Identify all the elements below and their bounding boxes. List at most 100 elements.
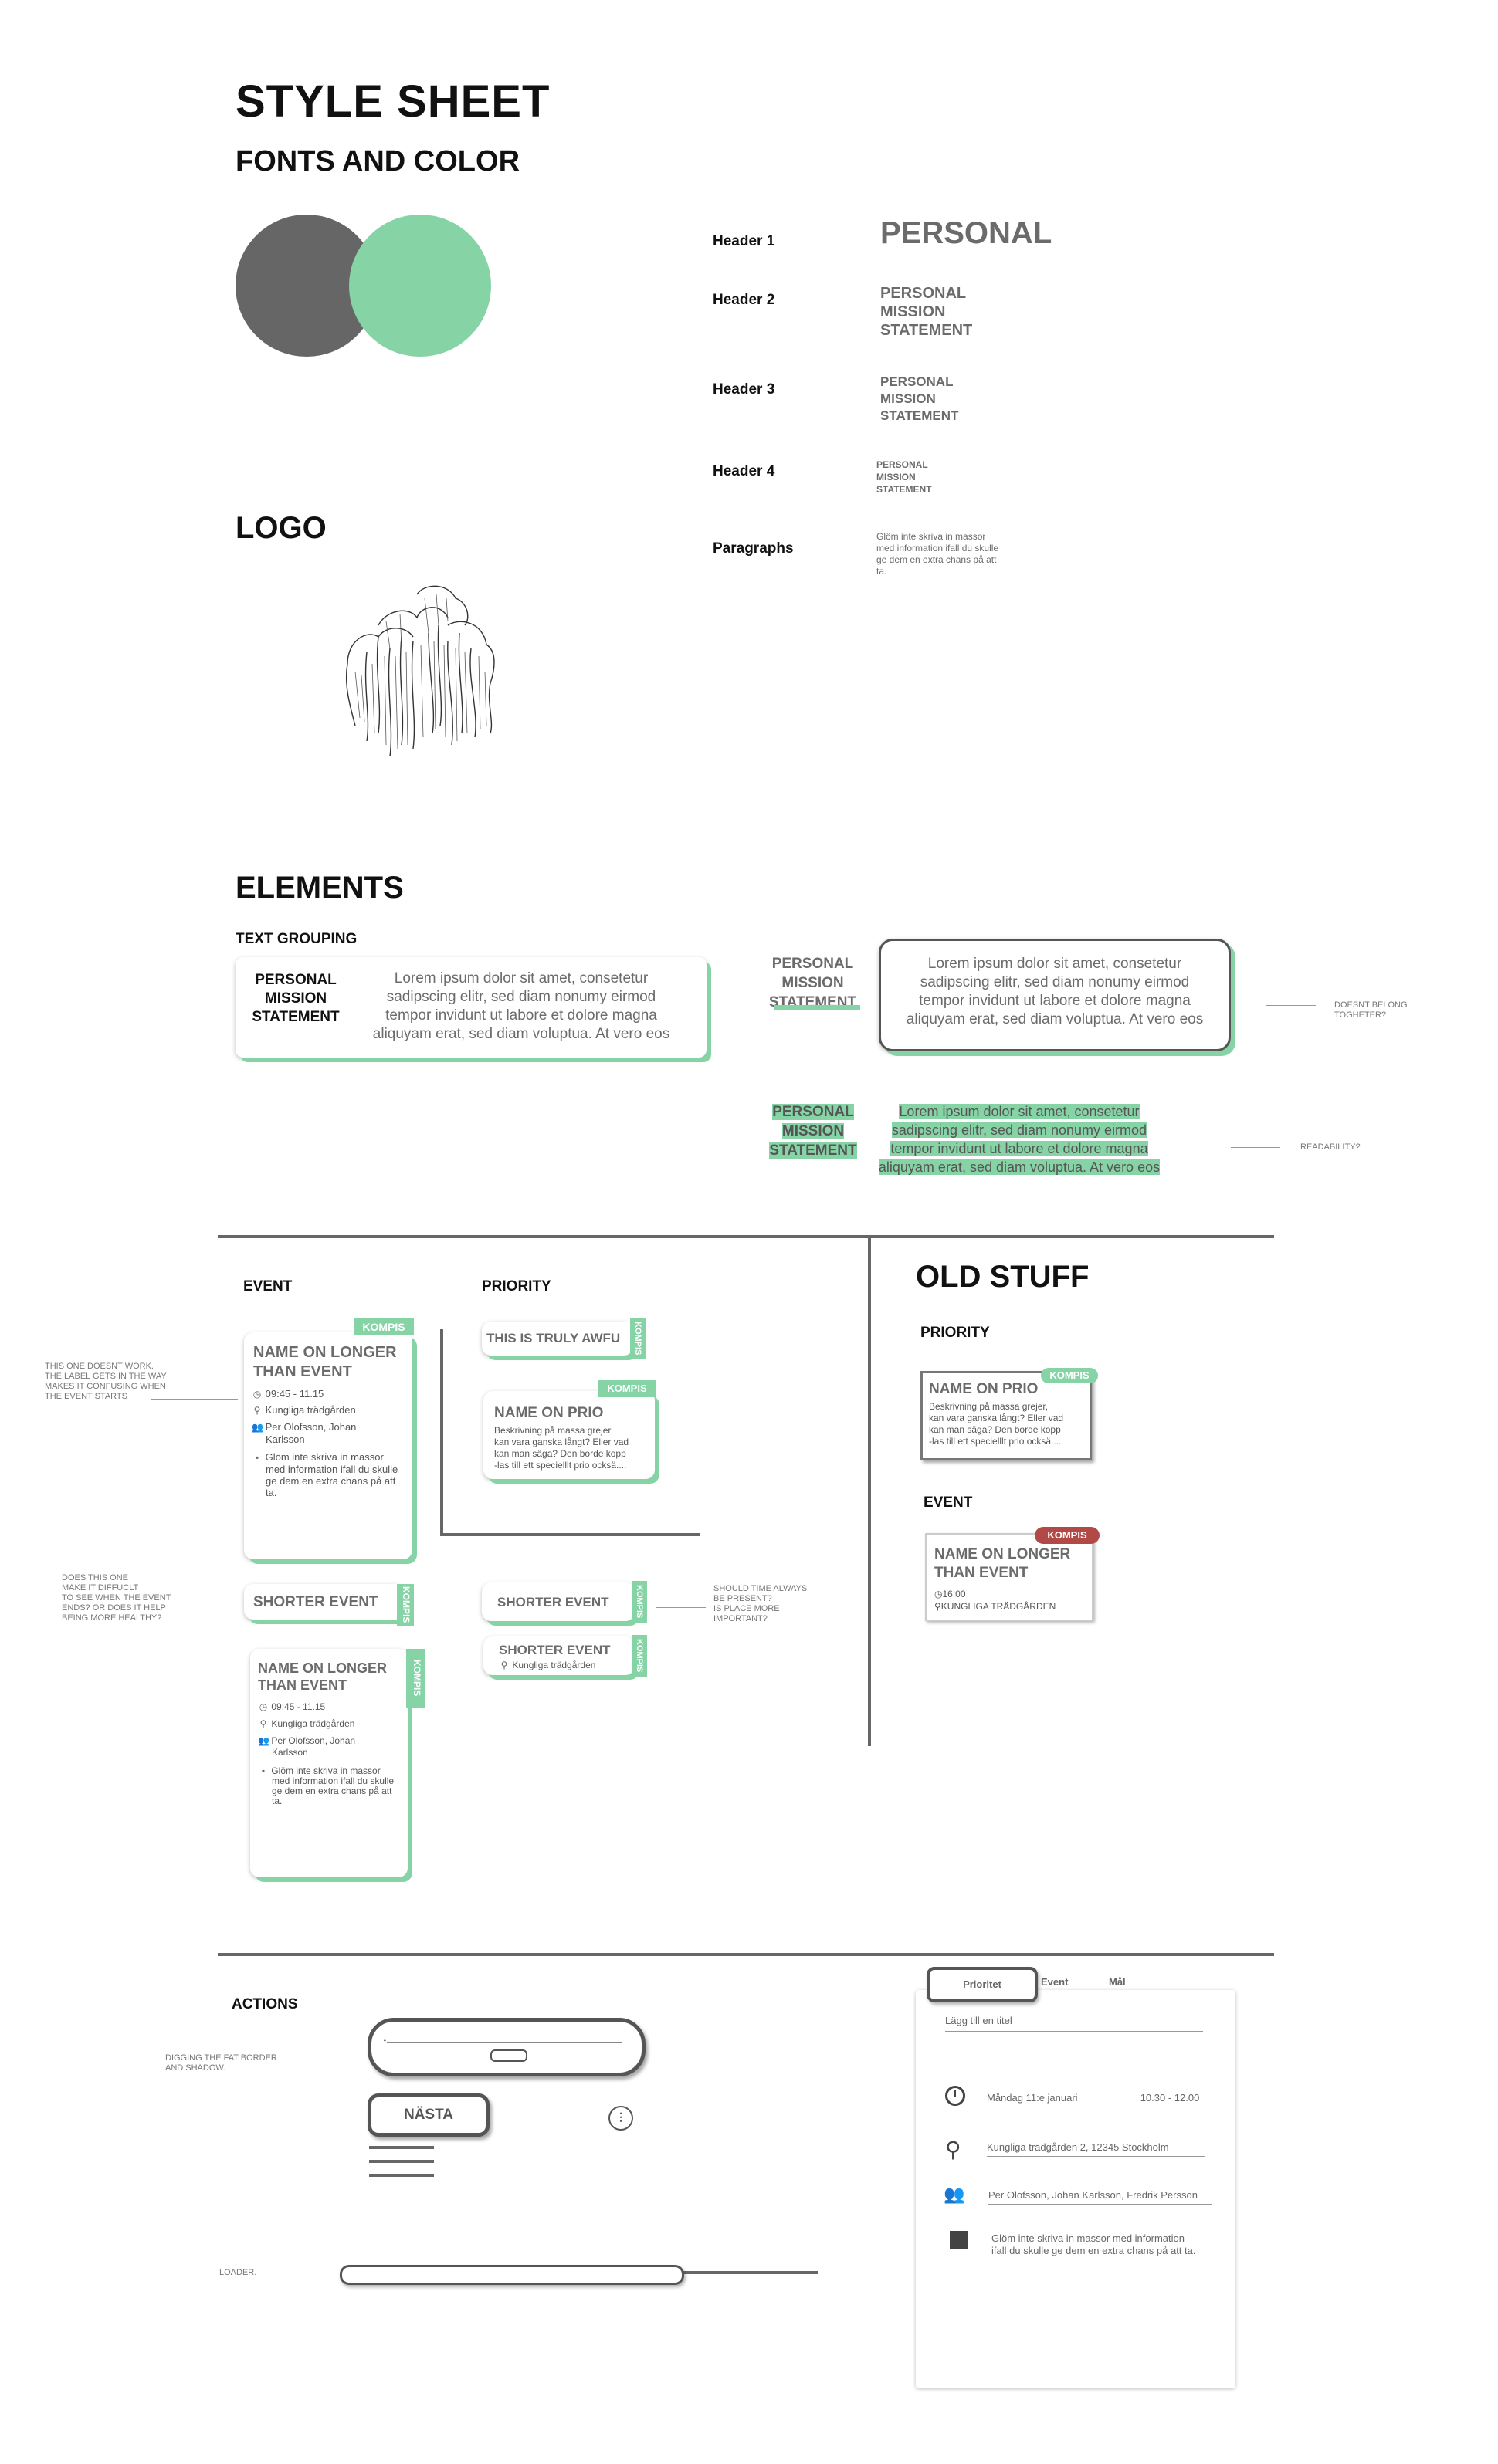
tab-prioritet[interactable]: Prioritet	[927, 1967, 1038, 2002]
hamburger-menu-icon[interactable]	[369, 2146, 434, 2177]
heading-underline	[774, 1005, 860, 1010]
old-priority-heading: PRIORITY	[920, 1325, 990, 1341]
event-place: ⚲ Kungliga trädgården	[252, 1404, 356, 1416]
notes-input[interactable]: Glöm inte skriva in massor med informati…	[991, 2232, 1215, 2257]
h2-label: Header 2	[713, 292, 775, 308]
event-time: ◷16:00	[934, 1589, 966, 1599]
text-input-field[interactable]: •	[368, 2018, 646, 2076]
section-divider	[218, 1235, 1274, 1238]
cursor-dot: •	[384, 2037, 386, 2044]
h3-sample: PERSONAL MISSION STATEMENT	[880, 374, 959, 423]
priority-title: NAME ON PRIO	[929, 1381, 1039, 1397]
card-paragraph: Lorem ipsum dolor sit amet, consetetur sa…	[372, 970, 670, 1042]
note-connector	[656, 1607, 706, 1608]
event-card-short[interactable]: SHORTER EVENT	[244, 1584, 405, 1620]
priority-place: ⚲ Kungliga trädgården	[499, 1660, 596, 1671]
event-title: NAME ON LONGER THAN EVENT	[258, 1660, 388, 1693]
event-title: SHORTER EVENT	[253, 1594, 378, 1610]
priority-description: Beskrivning på massa grejer, kan vara gan…	[494, 1425, 629, 1471]
h2-sample: PERSONAL MISSION STATEMENT	[880, 285, 973, 339]
paragraph-card: Lorem ipsum dolor sit amet, consetetur sa…	[879, 939, 1231, 1051]
highlight-heading: PERSONAL MISSION STATEMENT	[769, 1104, 857, 1159]
note-shorter: DOES THIS ONE MAKE IT DIFFUCLT TO SEE WHEN…	[62, 1573, 171, 1623]
old-event-card[interactable]: NAME ON LONGER THAN EVENT ◷16:00 ⚲KUNGLIG…	[925, 1533, 1093, 1621]
people-icon: 👥	[944, 2185, 965, 2204]
kompis-tag: KOMPIS	[632, 1635, 647, 1677]
event-card-long-2[interactable]: NAME ON LONGER THAN EVENT ◷ 09:45 - 11.15…	[250, 1649, 408, 1877]
note-connector	[1266, 1005, 1316, 1006]
location-pin-icon: ⚲	[500, 1660, 508, 1670]
paragraph-label: Paragraphs	[713, 540, 794, 557]
tab-event[interactable]: Event	[1041, 1976, 1068, 1988]
page-title: STYLE SHEET	[236, 76, 551, 127]
note-icon: ▪	[261, 1765, 266, 1776]
people-input[interactable]: Per Olofsson, Johan Karlsson, Fredrik Pe…	[988, 2189, 1212, 2205]
text-grouping-heading: TEXT GROUPING	[236, 931, 358, 947]
priority-card-shorter-place[interactable]: SHORTER EVENT ⚲ Kungliga trädgården	[483, 1636, 635, 1675]
event-heading: EVENT	[243, 1278, 293, 1295]
clock-icon: ◷	[252, 1389, 262, 1400]
kompis-tag: KOMPIS	[406, 1649, 425, 1708]
event-card-long[interactable]: NAME ON LONGER THAN EVENT ◷ 09:45 - 11.15…	[244, 1332, 412, 1559]
priority-card-shorter[interactable]: SHORTER EVENT	[482, 1582, 635, 1621]
input-underline	[387, 2042, 622, 2043]
loader-track	[680, 2271, 818, 2274]
location-pin-icon: ⚲	[259, 1718, 267, 1729]
date-input[interactable]: Måndag 11:e januari	[987, 2092, 1126, 2107]
location-pin-icon: ⚲	[945, 2137, 961, 2161]
event-notes: ▪ Glöm inte skriva in massor med informa…	[258, 1766, 405, 1806]
more-options-icon[interactable]: ⋮	[608, 2106, 633, 2131]
text-group-card: PERSONAL MISSION STATEMENT Lorem ipsum dol…	[236, 957, 707, 1058]
clock-icon: ◷	[934, 1589, 943, 1599]
tab-mal[interactable]: Mål	[1109, 1976, 1126, 1988]
kompis-tag-red: KOMPIS	[1035, 1527, 1100, 1544]
note-belong: DOESNT BELONG TOGHETER?	[1334, 1000, 1408, 1020]
people-icon: 👥	[252, 1422, 263, 1433]
loader-bar	[340, 2265, 684, 2285]
event-place: ⚲KUNGLIGA TRÄDGÅRDEN	[934, 1601, 1056, 1612]
event-people: 👥 Per Olofsson, Johan Karlsson	[252, 1421, 357, 1445]
bracket-line	[440, 1329, 443, 1536]
card-heading: PERSONAL MISSION STATEMENT	[252, 972, 340, 1025]
color-swatch-green	[349, 215, 491, 357]
highlight-paragraph: Lorem ipsum dolor sit amet, consetetur s…	[878, 1104, 1161, 1175]
next-button[interactable]: NÄSTA	[368, 2093, 490, 2137]
card-paragraph-2: Lorem ipsum dolor sit amet, consetetur sa…	[906, 956, 1204, 1027]
kompis-tag: KOMPIS	[630, 1318, 646, 1359]
old-priority-card[interactable]: NAME ON PRIO Beskrivning på massa grejer…	[920, 1371, 1092, 1460]
event-time: ◷ 09:45 - 11.15	[259, 1701, 326, 1712]
logo-heading: LOGO	[236, 511, 327, 545]
event-time: ◷ 09:45 - 11.15	[252, 1388, 324, 1400]
note-icon: ▪	[255, 1452, 259, 1463]
h4-sample: PERSONAL MISSION STATEMENT	[876, 459, 932, 495]
input-submit-button[interactable]	[490, 2049, 527, 2062]
event-title: NAME ON LONGER THAN EVENT	[934, 1546, 1071, 1581]
event-people: 👥 Per Olofsson, Johan Karlsson	[258, 1735, 356, 1758]
priority-title: SHORTER EVENT	[497, 1595, 609, 1609]
column-divider	[868, 1235, 871, 1746]
time-input[interactable]: 10.30 - 12.00	[1137, 2092, 1203, 2107]
priority-description: Beskrivning på massa grejer, kan vara gan…	[929, 1401, 1064, 1447]
loader-label: LOADER.	[219, 2268, 257, 2277]
bracket-line	[440, 1533, 700, 1536]
place-input[interactable]: Kungliga trädgården 2, 12345 Stockholm	[987, 2141, 1205, 2157]
priority-title: NAME ON PRIO	[494, 1405, 604, 1421]
priority-card-awful[interactable]: THIS IS TRULY AWFU	[482, 1322, 633, 1356]
h1-label: Header 1	[713, 233, 775, 249]
kompis-tag: KOMPIS	[1041, 1368, 1098, 1383]
location-pin-icon: ⚲	[253, 1405, 261, 1416]
old-stuff-heading: OLD STUFF	[916, 1260, 1090, 1294]
event-notes: ▪ Glöm inte skriva in massor med informa…	[252, 1451, 406, 1498]
old-event-heading: EVENT	[924, 1494, 973, 1511]
h4-label: Header 4	[713, 463, 775, 479]
note-connector	[151, 1399, 238, 1400]
note-label: THIS ONE DOESNT WORK. THE LABEL GETS IN T…	[45, 1362, 167, 1401]
section-divider	[218, 1953, 1274, 1956]
kompis-tag: KOMPIS	[354, 1318, 414, 1335]
priority-card[interactable]: NAME ON PRIO Beskrivning på massa grejer…	[483, 1391, 655, 1479]
actions-heading: ACTIONS	[232, 1996, 298, 2012]
paragraph-sample: Glöm inte skriva in massor med informatio…	[876, 531, 999, 577]
kompis-tag: KOMPIS	[598, 1380, 656, 1397]
title-input[interactable]: Lägg till en titel	[945, 2015, 1203, 2032]
kompis-tag: KOMPIS	[632, 1581, 647, 1623]
